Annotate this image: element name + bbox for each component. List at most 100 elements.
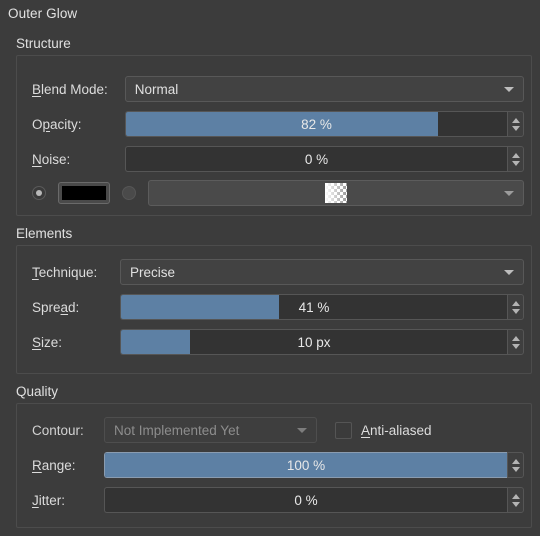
opacity-value: 82 % [301, 116, 332, 132]
contour-select: Not Implemented Yet [104, 417, 317, 443]
structure-group-title: Structure [16, 36, 71, 51]
caret-down-icon[interactable] [511, 343, 520, 349]
caret-up-icon[interactable] [511, 152, 520, 158]
opacity-spinner[interactable]: 82 % [124, 111, 524, 137]
solid-color-radio[interactable] [32, 186, 46, 200]
noise-slider[interactable]: 0 % [124, 146, 507, 172]
radio-dot-icon [126, 190, 132, 196]
technique-label-mnemonic: T [32, 264, 39, 280]
size-label: Size: [32, 335, 120, 350]
size-spinner[interactable]: 10 px [120, 329, 524, 355]
size-row: Size: 10 px [16, 329, 524, 355]
range-row: Range: 100 % [16, 452, 524, 478]
size-slider[interactable]: 10 px [120, 329, 507, 355]
spread-slider[interactable]: 41 % [120, 294, 507, 320]
range-label-mnemonic: R [32, 457, 42, 473]
caret-down-icon[interactable] [511, 308, 520, 314]
blend-mode-select[interactable]: Normal [124, 76, 524, 102]
caret-down-icon[interactable] [511, 125, 520, 131]
glow-color-fill [62, 186, 106, 200]
technique-row: Technique: Precise [16, 259, 524, 285]
size-stepper[interactable] [507, 329, 524, 355]
spread-stepper[interactable] [507, 294, 524, 320]
opacity-row: Opacity: 82 % [16, 111, 524, 137]
noise-spinner[interactable]: 0 % [124, 146, 524, 172]
technique-value: Precise [130, 264, 176, 280]
noise-label: Noise: [32, 152, 125, 167]
anti-aliased-label-mnemonic: A [361, 422, 371, 438]
gradient-radio[interactable] [121, 186, 136, 200]
jitter-label: Jitter: [32, 493, 104, 508]
caret-up-icon[interactable] [511, 117, 520, 123]
gradient-select[interactable] [147, 180, 524, 206]
gradient-radio-control[interactable] [121, 186, 136, 200]
radio-dot-icon [36, 190, 42, 196]
spread-label-text: d: [68, 299, 80, 315]
jitter-row: Jitter: 0 % [16, 487, 524, 513]
caret-up-icon[interactable] [511, 300, 520, 306]
blend-mode-label-mnemonic: B [32, 81, 42, 97]
spread-label-mnemonic: a [60, 299, 69, 315]
range-value: 100 % [286, 457, 326, 473]
anti-aliased-checkbox-row[interactable]: Anti-aliased [335, 421, 432, 439]
spread-label: Spread: [32, 300, 120, 315]
contour-row: Contour: Not Implemented Yet Anti-aliase… [16, 417, 524, 443]
structure-group: Structure Blend Mode: Normal Opacity: 82… [8, 36, 532, 216]
elements-group-title: Elements [16, 226, 73, 241]
jitter-label-text: itter: [38, 492, 66, 508]
blend-mode-label: Blend Mode: [32, 82, 125, 97]
caret-down-icon[interactable] [511, 501, 520, 507]
glow-color-swatch[interactable] [58, 182, 110, 204]
range-stepper[interactable] [507, 452, 524, 478]
elements-group: Elements Technique: Precise Spread: 41 % [8, 226, 532, 374]
range-spinner[interactable]: 100 % [104, 452, 524, 478]
chevron-down-icon [297, 428, 307, 433]
caret-down-icon[interactable] [511, 160, 520, 166]
glow-source-row [16, 180, 524, 206]
quality-group: Quality Contour: Not Implemented Yet Ant… [8, 384, 532, 528]
noise-value: 0 % [304, 151, 329, 167]
caret-up-icon[interactable] [511, 493, 520, 499]
contour-value: Not Implemented Yet [114, 422, 240, 438]
quality-group-title: Quality [16, 384, 59, 399]
anti-aliased-checkbox[interactable] [335, 421, 352, 439]
anti-aliased-label: Anti-aliased [361, 423, 432, 438]
range-slider[interactable]: 100 % [104, 452, 507, 478]
gradient-preview-icon [324, 183, 347, 203]
size-value: 10 px [297, 334, 331, 350]
anti-aliased-label-text: nti-aliased [370, 422, 432, 438]
size-label-mnemonic: S [32, 334, 42, 350]
chevron-down-icon [504, 87, 514, 92]
jitter-label-mnemonic: J [32, 492, 39, 508]
opacity-label-pre: O [32, 116, 43, 132]
chevron-down-icon [504, 191, 514, 196]
contour-label: Contour: [32, 422, 84, 438]
spread-spinner[interactable]: 41 % [120, 294, 524, 320]
page-title: Outer Glow [8, 6, 78, 21]
opacity-stepper[interactable] [507, 111, 524, 137]
opacity-label-text: acity: [50, 116, 82, 132]
caret-up-icon[interactable] [511, 335, 520, 341]
jitter-slider[interactable]: 0 % [104, 487, 507, 513]
noise-label-mnemonic: N [32, 151, 42, 167]
technique-label-text: echnique: [38, 264, 98, 280]
spread-value: 41 % [298, 299, 330, 315]
noise-stepper[interactable] [507, 146, 524, 172]
jitter-spinner[interactable]: 0 % [104, 487, 524, 513]
opacity-slider[interactable]: 82 % [124, 111, 507, 137]
jitter-stepper[interactable] [507, 487, 524, 513]
technique-select[interactable]: Precise [120, 259, 524, 285]
caret-down-icon[interactable] [511, 466, 520, 472]
jitter-value: 0 % [294, 492, 318, 508]
technique-label: Technique: [32, 265, 120, 280]
noise-row: Noise: 0 % [16, 146, 524, 172]
caret-up-icon[interactable] [511, 458, 520, 464]
noise-label-text: oise: [41, 151, 71, 167]
spread-label-pre: Spre [32, 299, 61, 315]
opacity-label: Opacity: [32, 117, 125, 132]
size-label-text: ize: [41, 334, 63, 350]
opacity-label-mnemonic: p [42, 116, 51, 132]
range-label-text: ange: [41, 457, 76, 473]
solid-color-radio-control[interactable] [32, 186, 46, 200]
blend-mode-label-text: lend Mode: [41, 81, 108, 97]
